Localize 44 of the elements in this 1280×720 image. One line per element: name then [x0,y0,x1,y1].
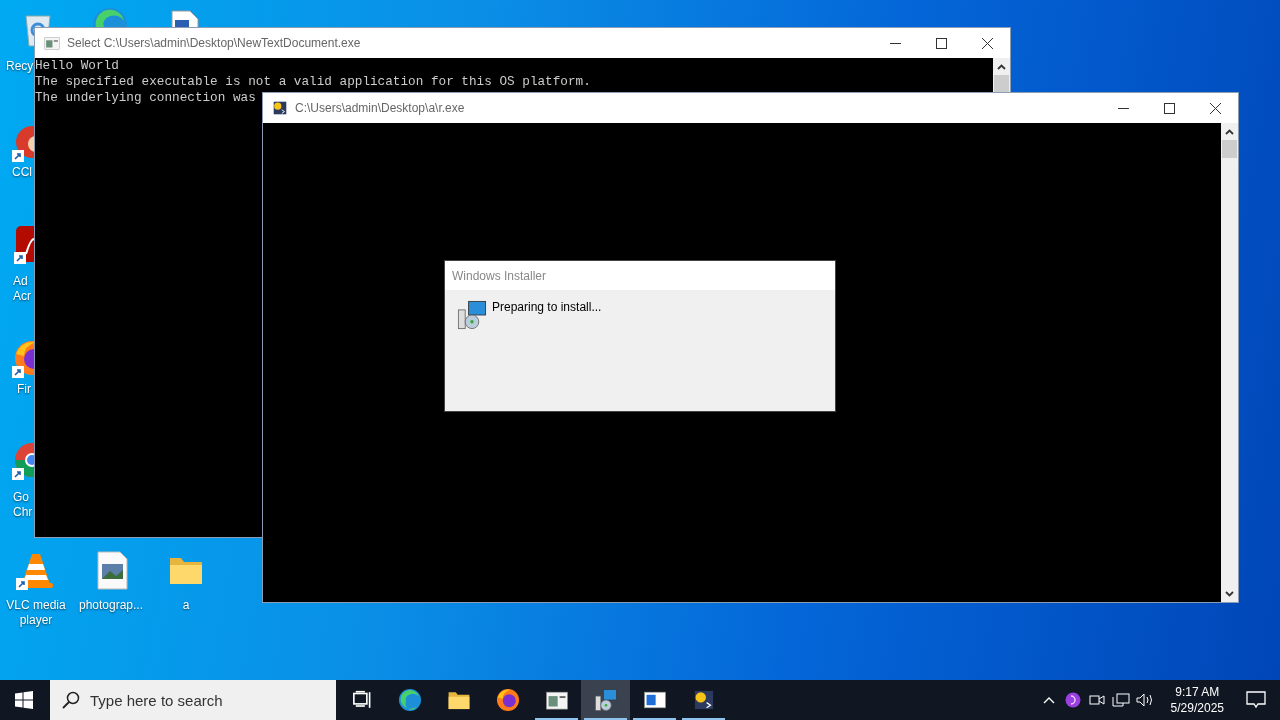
desktop-icon-label[interactable]: CCl [12,165,32,180]
chevron-up-icon [1042,696,1055,704]
desktop-icon-label[interactable]: Acr [13,289,31,304]
desktop-icon-label[interactable]: photograp... [74,598,148,613]
terminal-app-icon [271,99,289,117]
dialog-title: Windows Installer [452,268,547,283]
scrollbar[interactable] [1221,123,1238,602]
installer-icon [455,298,489,332]
clock-date: 5/29/2025 [1170,700,1224,716]
scrollbar-thumb[interactable] [1222,140,1237,158]
installer-icon [592,687,619,713]
taskbar-app-button[interactable] [581,680,630,720]
desktop-icon-label[interactable]: Go [13,490,33,505]
scrollbar[interactable] [993,58,1010,93]
desktop-icon-label[interactable]: Recy [6,59,34,74]
maximize-icon [1163,102,1175,114]
windows-logo-icon [15,691,33,709]
console-line: Hello World [35,58,119,74]
search-icon [62,691,80,709]
desktop-icon-label[interactable]: Fir [17,382,31,397]
scroll-up-icon[interactable] [997,63,1006,70]
scroll-down-icon[interactable] [1225,590,1234,597]
window-title: Select C:\Users\admin\Desktop\NewTextDocument.exe [67,36,361,50]
desktop-icon-label[interactable]: a [150,598,222,613]
console-line: The underlying connection was [35,90,256,106]
desktop-icon-label[interactable]: VLC media [0,598,72,613]
console-line: The specified executable is not a valid application for this OS platform. [35,74,591,90]
close-icon [981,37,993,49]
browser-icon [396,687,423,713]
search-field[interactable]: Type here to search [50,680,336,720]
dialog-message: Preparing to install... [492,300,602,314]
console-window-icon [43,34,61,52]
desktop-icon-label[interactable]: Ad [13,274,31,289]
scroll-up-icon[interactable] [1225,128,1234,135]
window-title: C:\Users\admin\Desktop\a\r.exe [295,101,465,115]
scrollbar-thumb[interactable] [994,75,1009,93]
maximize-icon [935,37,947,49]
fox-browser-icon [494,687,521,713]
clock-time: 9:17 AM [1175,684,1220,700]
desktop-icon-label[interactable]: player [0,613,72,628]
desktop-icon-label[interactable]: Chr [13,505,33,520]
close-icon [1209,102,1221,114]
speech-bubble-icon [1246,691,1266,709]
clock[interactable]: 9:17 AM 5/29/2025 [1162,684,1232,716]
